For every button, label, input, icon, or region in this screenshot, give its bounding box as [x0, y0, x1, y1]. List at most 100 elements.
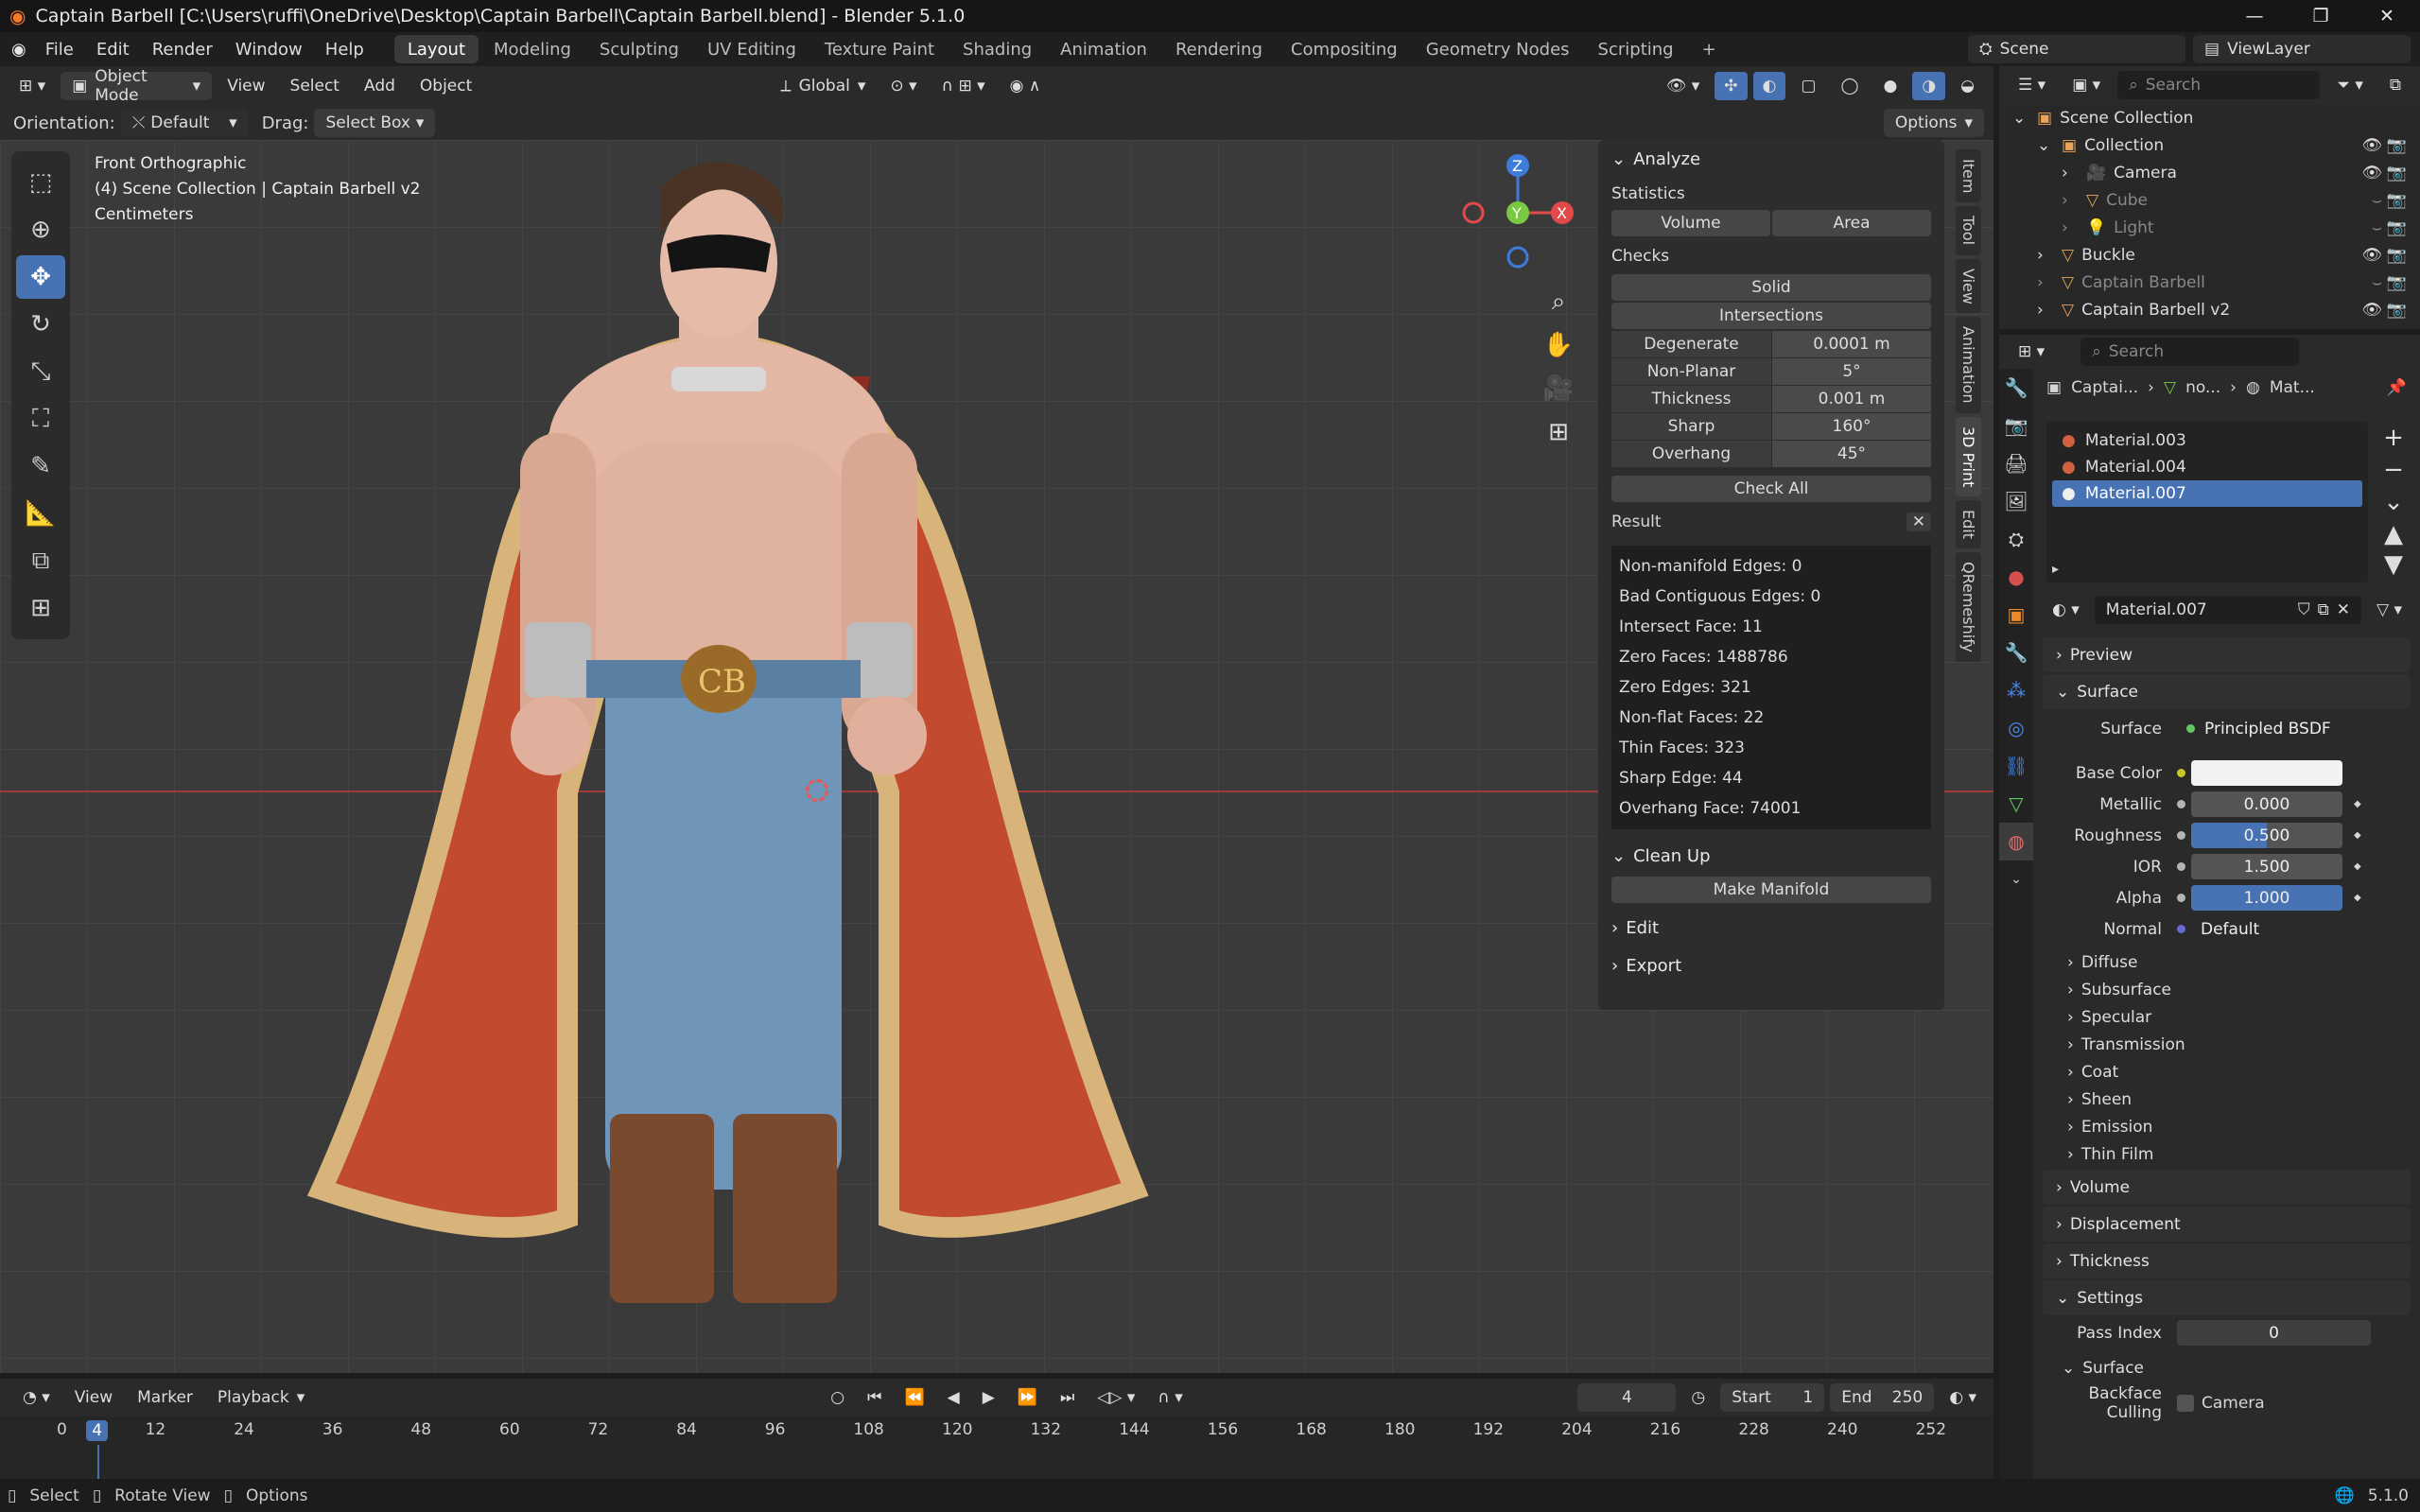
overlay-toggle-icon[interactable]: ◐: [1752, 72, 1786, 100]
edit-header[interactable]: › Edit: [1598, 909, 1944, 947]
export-header[interactable]: › Export: [1598, 947, 1944, 984]
link-data-icon[interactable]: ▽ ▾: [2367, 596, 2411, 624]
shader-field-value[interactable]: 0.500: [2191, 823, 2342, 848]
properties-search[interactable]: ⌕ Search: [2081, 338, 2299, 366]
add-cube-icon[interactable]: ⧉: [16, 539, 65, 582]
check-degenerate[interactable]: Degenerate 0.0001 m: [1611, 331, 1931, 358]
unlink-material-icon[interactable]: ✕: [2337, 600, 2350, 619]
timeline-overlay-icon[interactable]: ◐ ▾: [1940, 1383, 1986, 1412]
add-object-icon[interactable]: ⊞: [16, 586, 65, 630]
material-slot[interactable]: ● Material.004: [2052, 454, 2362, 480]
annotate-icon[interactable]: ✎: [16, 444, 65, 488]
menu-object[interactable]: Object: [410, 72, 481, 100]
output-tab-icon[interactable]: 🖨: [1999, 444, 2033, 482]
record-icon[interactable]: ○: [821, 1383, 854, 1412]
surface-section[interactable]: ⌄ Surface: [2043, 674, 2411, 709]
normal-field[interactable]: Default: [2191, 916, 2342, 942]
modifier-tab-icon[interactable]: 🔧: [1999, 634, 2033, 671]
render-camera-icon[interactable]: 📷: [2387, 191, 2407, 210]
check-value[interactable]: 45°: [1771, 441, 1931, 467]
intersections-button[interactable]: Intersections: [1611, 303, 1931, 329]
menu-add[interactable]: Add: [355, 72, 405, 100]
render-camera-icon[interactable]: 📷: [2387, 164, 2407, 182]
settings-surface-subsection[interactable]: ⌄ Surface: [2033, 1354, 2420, 1382]
outliner-item[interactable]: ⌄ ▣ Scene Collection: [1999, 104, 2420, 131]
jump-end-icon[interactable]: ⏭: [1051, 1383, 1084, 1412]
check-all-button[interactable]: Check All: [1611, 476, 1931, 502]
render-tab-icon[interactable]: 📷: [1999, 407, 2033, 444]
timeline-ruler[interactable]: 0 4 12 24 36 48 60 72 84 96 108 120 132 144 156 168 180 1…: [0, 1416, 1993, 1479]
menu-help[interactable]: Help: [314, 32, 375, 66]
menu-select[interactable]: Select: [281, 72, 349, 100]
visibility-eye-icon[interactable]: 👁: [2361, 246, 2382, 265]
tab-compositing[interactable]: Compositing: [1278, 35, 1411, 63]
base-color-swatch[interactable]: [2191, 760, 2342, 786]
result-item[interactable]: Non-manifold Edges: 0: [1619, 551, 1924, 582]
blender-menu-icon[interactable]: ◉: [11, 40, 26, 60]
shader-subsection[interactable]: › Thin Film: [2033, 1140, 2420, 1168]
breadcrumb-mesh[interactable]: no...: [2185, 378, 2220, 397]
current-frame-field[interactable]: 4: [1577, 1383, 1677, 1412]
select-box-icon[interactable]: ⬚: [16, 161, 65, 204]
shader-subsection[interactable]: › Emission: [2033, 1113, 2420, 1140]
options-button[interactable]: Options ▾: [1883, 109, 1984, 137]
check-value[interactable]: 160°: [1771, 413, 1931, 440]
result-item[interactable]: Zero Edges: 321: [1619, 672, 1924, 703]
tab-rendering[interactable]: Rendering: [1162, 35, 1276, 63]
render-camera-icon[interactable]: 📷: [2387, 301, 2407, 320]
outliner-item[interactable]: ⌄ ▣ Collection 👁 📷: [1999, 131, 2420, 159]
visibility-eye-icon[interactable]: 👁: [2361, 301, 2382, 320]
menu-render[interactable]: Render: [141, 32, 224, 66]
shader-field-value[interactable]: 1.000: [2191, 885, 2342, 911]
menu-file[interactable]: File: [34, 32, 85, 66]
result-item[interactable]: Bad Contiguous Edges: 0: [1619, 582, 1924, 612]
shading-rendered-icon[interactable]: ◒: [1951, 72, 1984, 100]
maximize-icon[interactable]: ❐: [2288, 6, 2354, 26]
result-item[interactable]: Zero Faces: 1488786: [1619, 642, 1924, 672]
make-manifold-button[interactable]: Make Manifold: [1611, 877, 1931, 903]
breadcrumb-object[interactable]: Captai...: [2071, 378, 2138, 397]
thickness-section[interactable]: › Thickness: [2043, 1243, 2411, 1278]
result-item[interactable]: Sharp Edge: 44: [1619, 763, 1924, 793]
visibility-eye-icon[interactable]: 👁: [2361, 164, 2382, 182]
tab-tool[interactable]: Tool: [1956, 206, 1981, 255]
render-camera-icon[interactable]: 📷: [2387, 273, 2407, 292]
keyframe-dot-icon[interactable]: ◆: [2354, 893, 2361, 903]
chevron-right-icon[interactable]: ›: [2037, 273, 2054, 292]
backface-checkbox[interactable]: [2177, 1394, 2194, 1412]
render-camera-icon[interactable]: 📷: [2387, 218, 2407, 237]
end-frame-field[interactable]: End 250: [1830, 1383, 1935, 1412]
render-camera-icon[interactable]: 📷: [2387, 136, 2407, 155]
timeline-menu-view[interactable]: View: [65, 1383, 122, 1412]
timeline-menu-playback[interactable]: Playback ▾: [208, 1383, 314, 1412]
display-mode-icon[interactable]: ▣ ▾: [2063, 71, 2110, 99]
minimize-icon[interactable]: —: [2221, 6, 2288, 26]
visibility-eye-icon[interactable]: 👁: [2361, 136, 2382, 155]
tab-sculpting[interactable]: Sculpting: [586, 35, 692, 63]
add-slot-icon[interactable]: +: [2379, 422, 2408, 454]
physics-tab-icon[interactable]: ◎: [1999, 709, 2033, 747]
shading-wireframe-icon[interactable]: ◯: [1831, 72, 1868, 100]
prev-keyframe-icon[interactable]: ⏪: [895, 1383, 933, 1412]
displacement-section[interactable]: › Displacement: [2043, 1207, 2411, 1242]
tab-uv-editing[interactable]: UV Editing: [694, 35, 810, 63]
tab-animation-side[interactable]: Animation: [1956, 317, 1981, 414]
camera-view-icon[interactable]: 🎥: [1540, 367, 1577, 410]
surface-shader-field[interactable]: Principled BSDF: [2177, 716, 2357, 741]
tab-layout[interactable]: Layout: [393, 35, 479, 63]
clock-icon[interactable]: ◷: [1681, 1383, 1715, 1412]
shader-subsection[interactable]: › Transmission: [2033, 1031, 2420, 1058]
zoom-icon[interactable]: ⌕: [1540, 280, 1577, 323]
visibility-eye-icon[interactable]: ⌣: [2372, 273, 2382, 292]
scene-selector[interactable]: ⛭ Scene: [1968, 35, 2185, 63]
material-tab-icon[interactable]: ◍: [1999, 823, 2033, 860]
outliner-editor-icon[interactable]: ☰ ▾: [2009, 71, 2055, 99]
chevron-down-icon[interactable]: ⌄: [2037, 136, 2054, 155]
mode-selector[interactable]: ▣ Object Mode ▾: [61, 67, 213, 105]
result-item[interactable]: Overhang Face: 74001: [1619, 793, 1924, 824]
move-down-icon[interactable]: ▼: [2379, 550, 2408, 579]
solid-button[interactable]: Solid: [1611, 274, 1931, 301]
properties-editor-icon[interactable]: ⊞ ▾: [2009, 338, 2054, 366]
shading-solid-icon[interactable]: ●: [1873, 72, 1906, 100]
orientation-selector[interactable]: ⤬ Default ▾: [120, 109, 249, 137]
